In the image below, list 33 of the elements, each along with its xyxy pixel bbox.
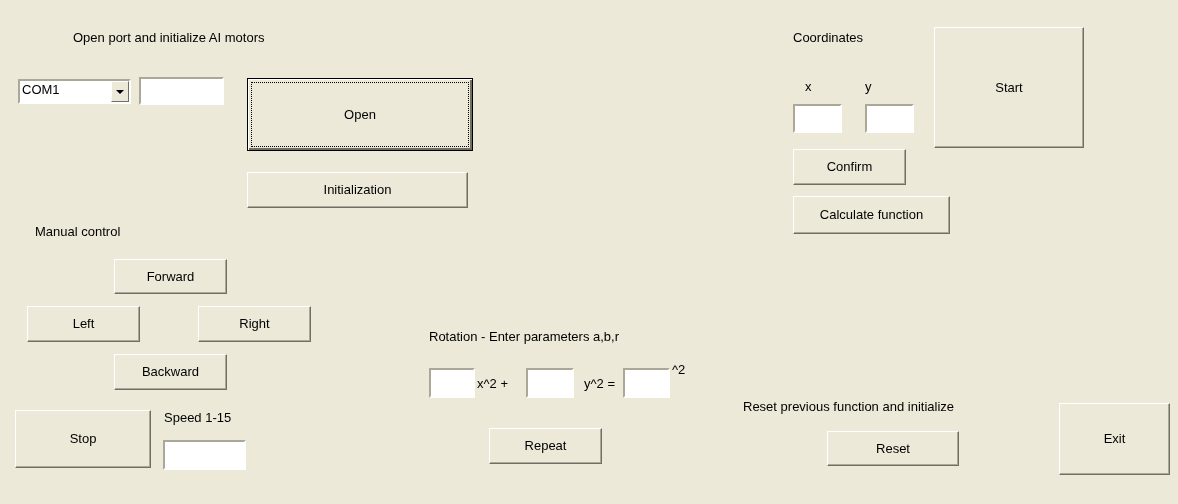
label: x^2 + [477, 376, 509, 392]
input-field[interactable] [793, 104, 842, 133]
input-field[interactable] [429, 368, 475, 398]
input-field[interactable] [865, 104, 914, 133]
dropdown-arrow-icon [116, 89, 124, 94]
label: Coordinates [793, 30, 864, 46]
label: ^2 [672, 362, 686, 378]
button[interactable]: Reset [827, 431, 959, 466]
button[interactable]: Start [934, 27, 1084, 148]
label: Open port and initialize AI motors [73, 30, 265, 46]
label: x [805, 79, 812, 95]
button[interactable]: Backward [114, 354, 227, 390]
label: Manual control [35, 224, 121, 240]
button[interactable]: Confirm [793, 149, 906, 185]
port-dropdown[interactable]: COM1 [18, 79, 131, 104]
input-field[interactable] [526, 368, 574, 398]
label: Speed 1-15 [164, 410, 232, 426]
label: Rotation - Enter parameters a,b,r [429, 329, 620, 345]
button[interactable]: Left [27, 306, 140, 342]
button[interactable]: Open [247, 78, 473, 151]
label: y [865, 79, 872, 95]
label: Reset previous function and initialize [743, 399, 954, 415]
button[interactable]: Calculate function [793, 196, 950, 234]
button[interactable]: Forward [114, 259, 227, 294]
button[interactable]: Exit [1059, 403, 1170, 475]
label: y^2 = [584, 376, 616, 392]
button[interactable]: Stop [15, 410, 151, 468]
input-field[interactable] [623, 368, 670, 398]
button[interactable]: Right [198, 306, 311, 342]
button[interactable]: Repeat [489, 428, 602, 464]
input-field[interactable] [163, 440, 246, 470]
button[interactable]: Initialization [247, 172, 468, 208]
input-field[interactable] [139, 77, 224, 105]
